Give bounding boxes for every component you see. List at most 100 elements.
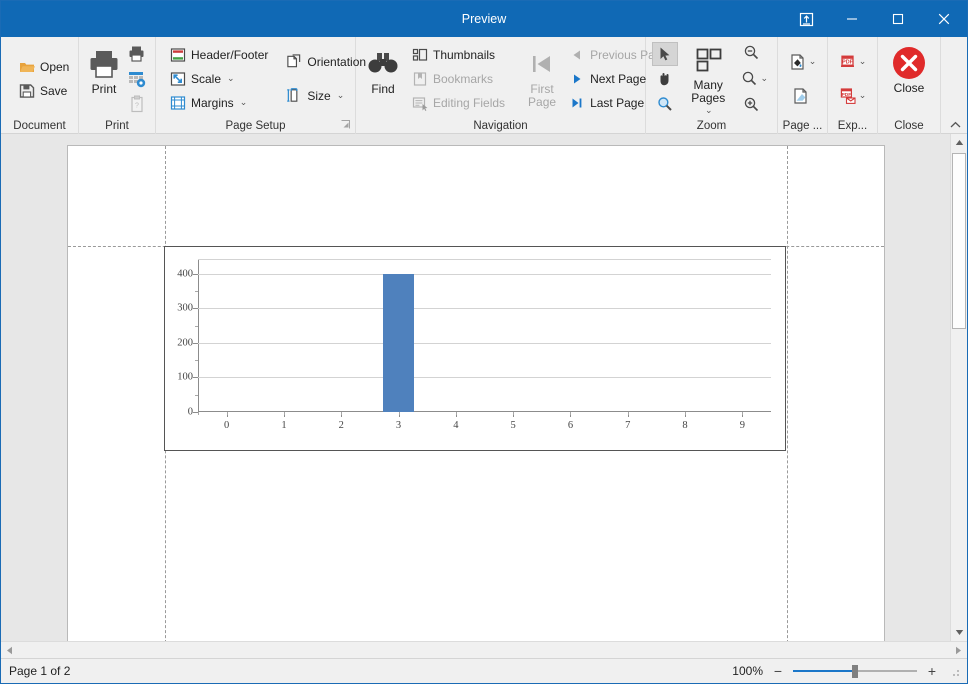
chart-x-tick-label: 4 bbox=[453, 420, 459, 431]
chart-y-tick-label: 200 bbox=[177, 337, 193, 349]
scroll-up-icon bbox=[955, 140, 963, 145]
open-button[interactable]: Open bbox=[13, 55, 75, 79]
email-pdf-icon: PDF bbox=[840, 87, 856, 104]
save-disk-icon bbox=[19, 83, 35, 99]
chevron-down-icon: ⌄ bbox=[858, 56, 867, 66]
zoom-slider[interactable] bbox=[793, 663, 917, 679]
header-footer-button[interactable]: Header/Footer bbox=[164, 43, 274, 67]
ribbon-group-navigation: Find Thumbnails Bookmarks Editing Fields… bbox=[356, 37, 668, 134]
chart-gridline bbox=[198, 273, 771, 275]
many-pages-icon bbox=[692, 46, 724, 78]
chart-x-tick-label: 8 bbox=[682, 420, 688, 431]
resize-grip-icon[interactable] bbox=[949, 664, 961, 678]
zoom-controls: 100% − + bbox=[729, 663, 961, 679]
ribbon-group-page-background: ⌄ Page ... bbox=[778, 37, 828, 134]
pointer-tool-button[interactable] bbox=[652, 41, 678, 66]
ribbon-display-options-icon bbox=[799, 12, 813, 26]
quick-print-button[interactable] bbox=[124, 42, 150, 66]
header-footer-icon bbox=[170, 47, 186, 63]
collapse-ribbon-button[interactable] bbox=[947, 117, 963, 132]
thumbnails-button[interactable]: Thumbnails bbox=[406, 43, 511, 67]
vertical-scrollbar[interactable] bbox=[950, 134, 967, 641]
zoom-slider-thumb[interactable] bbox=[852, 665, 858, 678]
page-setup-button[interactable] bbox=[124, 67, 150, 91]
zoom-out-status-button[interactable]: − bbox=[770, 663, 786, 679]
page-status-label: Page 1 of 2 bbox=[9, 664, 71, 678]
open-folder-icon bbox=[19, 59, 35, 75]
preview-canvas[interactable]: 0 100 200 300 400 0 1 2 3 4 5 6 7 8 9 bbox=[1, 134, 950, 641]
scale-arrow-icon bbox=[170, 71, 186, 87]
preview-page-1: 0 100 200 300 400 0 1 2 3 4 5 6 7 8 9 bbox=[67, 145, 885, 641]
chart-y-minor-tick bbox=[195, 394, 198, 396]
size-label: Size bbox=[307, 88, 331, 103]
hand-tool-button[interactable] bbox=[652, 67, 678, 91]
close-circle-icon bbox=[891, 45, 927, 81]
chart-x-minor-tick bbox=[398, 412, 400, 415]
horizontal-scrollbar[interactable] bbox=[1, 641, 967, 658]
ribbon-group-zoom: Many Pages ⌄ ⌄ Zoom bbox=[646, 37, 778, 134]
zoom-out-icon bbox=[744, 45, 759, 60]
quick-print-icon bbox=[129, 46, 146, 62]
vertical-scroll-thumb[interactable] bbox=[952, 153, 966, 329]
open-label: Open bbox=[40, 59, 70, 74]
chart-x-minor-tick bbox=[627, 412, 629, 415]
watermark-button[interactable] bbox=[786, 81, 820, 111]
zoom-out-button[interactable] bbox=[738, 41, 764, 65]
find-label: Find bbox=[371, 81, 395, 96]
close-window-button[interactable] bbox=[921, 1, 967, 37]
scroll-right-button[interactable] bbox=[950, 642, 967, 658]
export-to-button[interactable]: PDF ⌄ bbox=[836, 47, 870, 77]
paper-size-icon bbox=[286, 88, 302, 104]
preview-window: Preview Open Save Document Print ? Print… bbox=[0, 0, 968, 684]
chart-gridline bbox=[198, 308, 771, 310]
send-via-email-button[interactable]: PDF ⌄ bbox=[836, 81, 870, 111]
zoom-percent-label: 100% bbox=[732, 664, 763, 678]
scroll-down-button[interactable] bbox=[951, 624, 967, 641]
chevron-down-icon: ⌄ bbox=[760, 73, 768, 83]
many-pages-button[interactable]: Many Pages ⌄ bbox=[680, 41, 736, 117]
vertical-scroll-track[interactable] bbox=[951, 151, 967, 624]
scroll-left-button[interactable] bbox=[1, 642, 18, 658]
svg-text:?: ? bbox=[135, 102, 139, 109]
export-pdf-icon: PDF bbox=[840, 55, 854, 67]
watermark-icon bbox=[794, 87, 807, 104]
first-page-label-line1: First bbox=[530, 81, 554, 96]
page-color-button[interactable]: ⌄ bbox=[786, 47, 820, 77]
chart-y-minor-tick bbox=[195, 360, 198, 362]
first-page-button: First Page bbox=[525, 41, 559, 117]
magnifier-tool-button[interactable] bbox=[652, 92, 678, 116]
margins-button[interactable]: Margins ⌄ bbox=[164, 91, 274, 115]
chart-x-tick-label: 1 bbox=[281, 420, 287, 431]
zoom-in-icon bbox=[744, 97, 759, 112]
close-icon bbox=[938, 13, 950, 25]
scale-clipboard-button: ? bbox=[124, 92, 150, 116]
bookmarks-button: Bookmarks bbox=[406, 67, 511, 91]
horizontal-scroll-track[interactable] bbox=[18, 642, 950, 658]
ribbon-display-options-button[interactable] bbox=[783, 1, 829, 37]
ribbon-group-close: Close Close bbox=[878, 37, 941, 134]
last-page-label: Last Page bbox=[590, 95, 645, 110]
scroll-down-icon bbox=[955, 630, 963, 635]
scroll-up-button[interactable] bbox=[951, 134, 967, 151]
zoom-in-button[interactable] bbox=[738, 93, 764, 117]
maximize-button[interactable] bbox=[875, 1, 921, 37]
ribbon-group-page-setup: Header/Footer Scale ⌄ Margins ⌄ Orientat… bbox=[156, 37, 380, 134]
printer-icon bbox=[88, 46, 120, 82]
zoom-in-status-button[interactable]: + bbox=[924, 663, 940, 679]
close-preview-button[interactable]: Close bbox=[884, 40, 934, 116]
chart-y-tick bbox=[193, 273, 198, 275]
print-label: Print bbox=[91, 81, 117, 96]
hand-icon bbox=[660, 72, 669, 85]
dialog-launcher-icon[interactable] bbox=[340, 119, 351, 130]
find-button[interactable]: Find bbox=[364, 41, 402, 117]
chart-y-tick-label: 100 bbox=[177, 371, 193, 383]
scale-button[interactable]: Scale ⌄ bbox=[164, 67, 274, 91]
title-bar: Preview bbox=[1, 1, 967, 37]
document-area: 0 100 200 300 400 0 1 2 3 4 5 6 7 8 9 bbox=[1, 134, 967, 658]
minimize-button[interactable] bbox=[829, 1, 875, 37]
print-button[interactable]: Print bbox=[85, 41, 123, 117]
zoom-dropdown-button[interactable]: ⌄ bbox=[738, 66, 771, 92]
save-button[interactable]: Save bbox=[13, 79, 75, 103]
ribbon-group-label-page-setup: Page Setup bbox=[156, 118, 355, 134]
chart-y-tick-label: 0 bbox=[187, 406, 193, 418]
